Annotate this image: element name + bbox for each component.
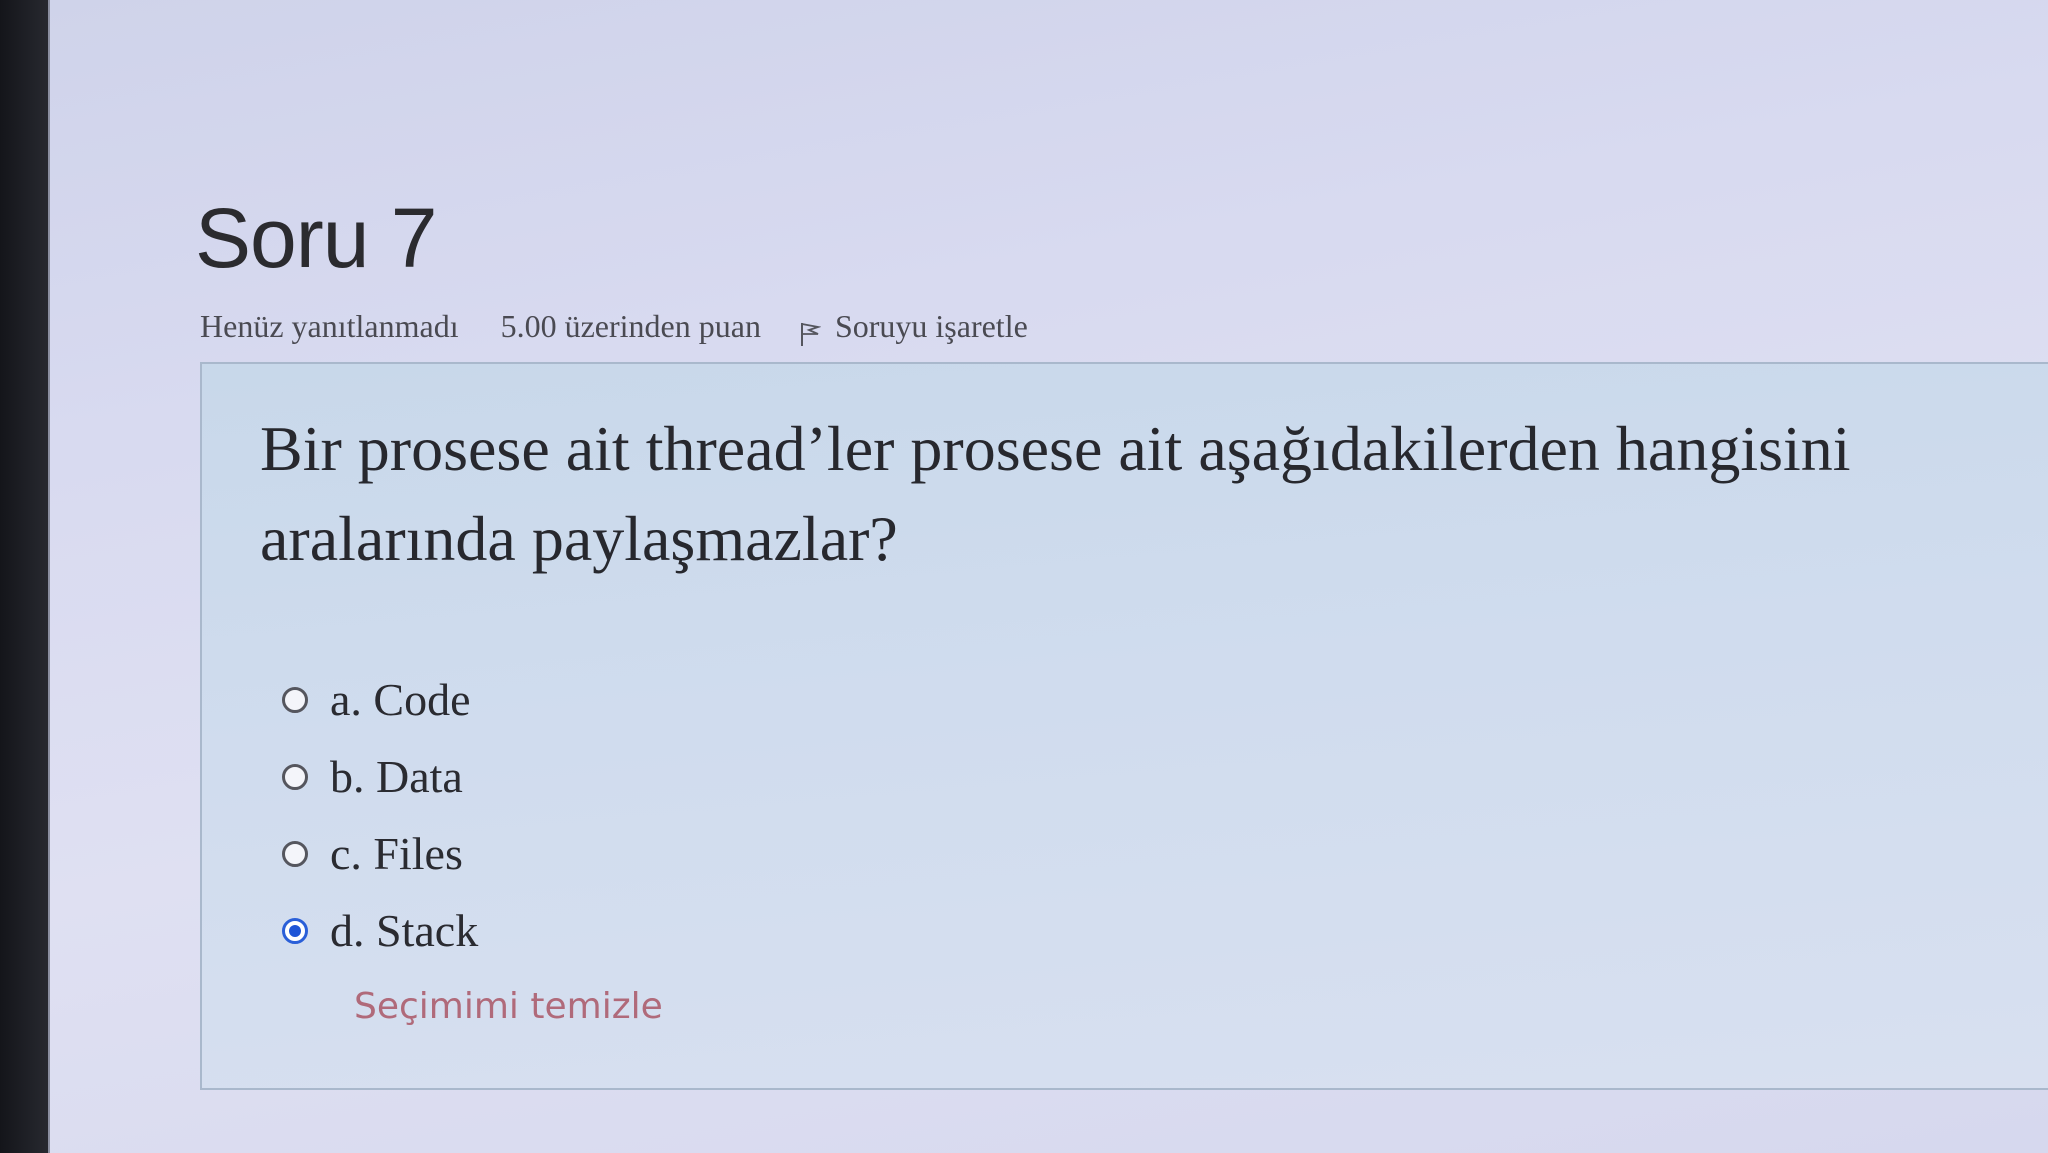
- answer-label: a. Code: [330, 674, 471, 725]
- question-state: Henüz yanıtlanmadı: [200, 308, 459, 344]
- quiz-screen: Soru 7 Henüz yanıtlanmadı 5.00 üzerinden…: [48, 0, 2048, 1153]
- radio-a[interactable]: [282, 686, 308, 713]
- radio-c[interactable]: [282, 840, 308, 867]
- question-grade: 5.00 üzerinden puan: [500, 308, 761, 344]
- radio-d[interactable]: [282, 917, 308, 944]
- answer-label: c. Files: [330, 828, 463, 879]
- question-content-box: Bir prosese ait thread’ler prosese ait a…: [200, 362, 2048, 1090]
- radio-b[interactable]: [282, 763, 308, 790]
- question-info: Henüz yanıtlanmadı 5.00 üzerinden puan S…: [200, 308, 1028, 346]
- answer-option-a[interactable]: a. Code: [282, 661, 478, 738]
- answer-list: a. Code b. Data c. Files d. Stack: [282, 661, 478, 969]
- answer-label: d. Stack: [330, 905, 479, 956]
- question-number: Soru 7: [195, 191, 437, 285]
- answer-option-b[interactable]: b. Data: [282, 738, 478, 815]
- flag-question-link[interactable]: Soruyu işaretle: [835, 308, 1028, 345]
- question-text: Bir prosese ait thread’ler prosese ait a…: [260, 413, 1851, 574]
- answer-option-d[interactable]: d. Stack: [282, 892, 478, 969]
- flag-icon[interactable]: [799, 318, 822, 346]
- answer-label: b. Data: [330, 751, 463, 802]
- answer-option-c[interactable]: c. Files: [282, 815, 478, 892]
- clear-choice-link[interactable]: Seçimimi temizle: [354, 986, 663, 1027]
